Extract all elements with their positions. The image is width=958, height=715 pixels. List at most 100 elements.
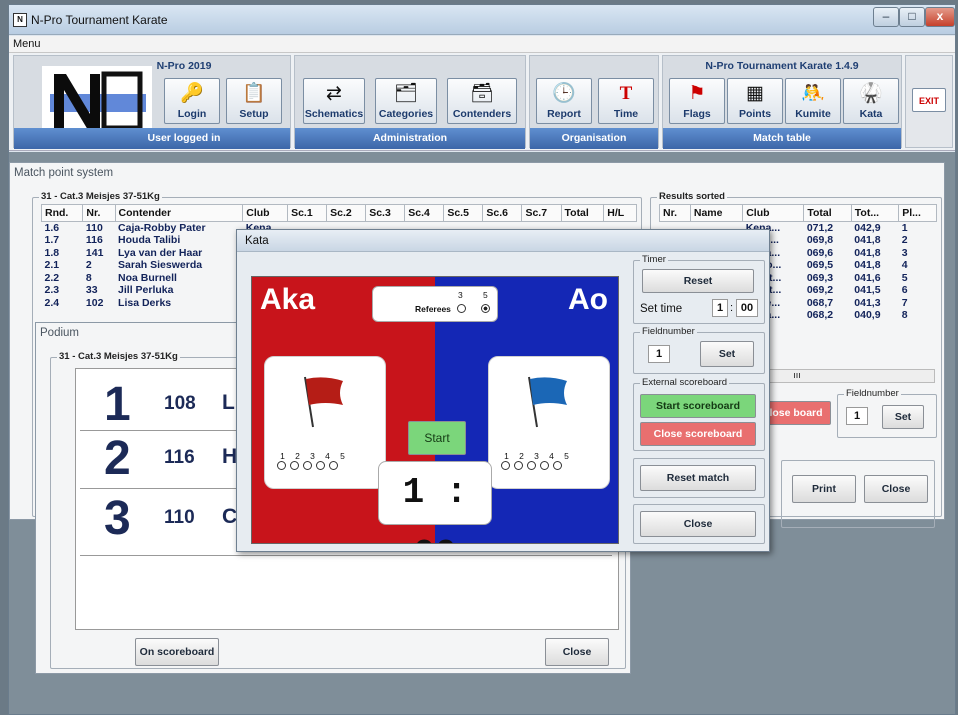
column-header[interactable]: Club [742,204,805,222]
aka-score-box: 12345 [264,356,386,489]
column-header[interactable]: Total [560,204,605,222]
kata-close-fieldset: Close [633,504,765,544]
column-header[interactable]: Sc.2 [326,204,367,222]
table-cell: 2.2 [44,271,60,284]
table-cell: Sarah Sieswerda [118,259,203,272]
judge-radio[interactable] [514,461,523,470]
radio-5-referees[interactable] [481,304,490,313]
table-cell: 1.8 [44,246,60,259]
column-header[interactable]: Club [242,204,289,222]
kumite-button[interactable]: 🤼 Kumite [785,78,841,124]
kata-title-bar: Kata [237,230,769,252]
column-header[interactable]: Sc.3 [365,204,406,222]
column-header[interactable]: Sc.6 [482,204,523,222]
judge-radio[interactable] [553,461,562,470]
judge-radio[interactable] [527,461,536,470]
kata-field-input[interactable]: 1 [648,345,670,363]
table-cell: Caja-Robby Pater [118,222,206,234]
group-footer: Organisation [561,132,627,144]
close-board-button[interactable]: lose board [761,401,831,425]
judge-radio[interactable] [540,461,549,470]
table-cell: 069,5 [806,259,834,272]
column-header[interactable]: Nr. [82,204,116,222]
maximize-button[interactable]: □ [899,7,925,27]
place-1-nr: 108 [164,393,196,414]
column-header[interactable]: Nr. [659,204,691,222]
title-bar: N N-Pro Tournament Karate – □ x [9,5,955,35]
results-field-input[interactable]: 1 [846,407,868,425]
reset-match-button[interactable]: Reset match [640,465,756,491]
radio-3-referees[interactable] [457,304,466,313]
column-header[interactable]: Total [803,204,852,222]
results-set-button[interactable]: Set [882,405,924,429]
table-cell: 2.4 [44,296,60,309]
judge-radio[interactable] [329,461,338,470]
contenders-button[interactable]: 🗃 Contenders [447,78,517,124]
judge-radio[interactable] [501,461,510,470]
login-button[interactable]: 🔑 Login [164,78,220,124]
match-legend: 31 - Cat.3 Meisjes 37-51Kg [39,191,162,202]
ao-judge-radios[interactable]: 12345 [499,451,574,472]
judge-radio[interactable] [303,461,312,470]
print-fieldset: Print Close [781,460,935,528]
points-button[interactable]: ▦ Points [727,78,783,124]
minutes-input[interactable]: 1 [712,299,728,317]
judge-radio[interactable] [316,461,325,470]
setup-button[interactable]: 📋 Setup [226,78,282,124]
report-button[interactable]: 🕒 Report [536,78,592,124]
folder-icon: 🗂 [394,83,419,104]
table-cell: 2.3 [44,284,60,297]
kata-timer-display: 1 : 00 [378,461,492,543]
table-cell: 1.7 [44,234,60,247]
place-1-rank: 1 [104,378,131,431]
categories-button[interactable]: 🗂 Categories [375,78,437,124]
kata-set-button[interactable]: Set [700,341,754,367]
report-icon: 🕒 [552,83,576,104]
npro-logo [42,66,152,136]
ref-option-3-label: 3 [458,290,463,300]
reset-timer-button[interactable]: Reset [642,269,754,293]
column-header[interactable]: Sc.4 [404,204,445,222]
column-header[interactable]: Name [689,204,744,222]
print-button[interactable]: Print [792,475,856,503]
time-button[interactable]: T Time [598,78,654,124]
column-header[interactable]: Sc.7 [521,204,562,222]
seconds-input[interactable]: 00 [736,299,758,317]
table-cell: 33 [85,284,98,297]
exit-button[interactable]: EXIT [912,88,946,112]
table-cell: 5 [901,271,908,284]
table-cell: 042,9 [854,222,881,234]
podium-close-button[interactable]: Close [545,638,609,666]
judge-radio[interactable] [290,461,299,470]
menu-item[interactable]: Menu [13,38,41,50]
close-window-button[interactable]: x [925,7,955,27]
schematics-button[interactable]: ⇄ Schematics [303,78,365,124]
column-header[interactable]: Tot... [850,204,900,222]
kata-button[interactable]: 🥋 Kata [843,78,899,124]
kata-field-legend: Fieldnumber [640,326,697,337]
flags-button[interactable]: ⚑ Flags [669,78,725,124]
close-scoreboard-button[interactable]: Close scoreboard [640,422,756,446]
column-header[interactable]: H/L [603,204,637,222]
results-close-button[interactable]: Close [864,475,928,503]
table-cell: Jill Perluka [118,284,174,297]
checklist-icon: 📋 [242,83,266,104]
kata-close-button[interactable]: Close [640,511,756,537]
timer-fieldset: Timer Reset Set time 1 : 00 [633,254,765,324]
app-icon: N [13,13,27,27]
judge-radio[interactable] [277,461,286,470]
column-header[interactable]: Rnd. [40,204,84,222]
aka-judge-radios[interactable]: 12345 [275,451,350,472]
column-header[interactable]: Sc.1 [287,204,328,222]
table-cell: 2.1 [44,259,60,272]
minimize-button[interactable]: – [873,7,899,27]
column-header[interactable]: Sc.5 [443,204,484,222]
external-legend: External scoreboard [640,377,730,388]
group-user: N-Pro 2019 User logged in 🔑 Login 📋 Setup [13,55,291,149]
column-header[interactable]: Contender [114,204,244,222]
group-exit: EXIT [905,55,953,148]
start-scoreboard-button[interactable]: Start scoreboard [640,394,756,418]
on-scoreboard-button[interactable]: On scoreboard [135,638,219,666]
column-header[interactable]: Pl... [898,204,937,222]
start-button[interactable]: Start [408,421,466,455]
